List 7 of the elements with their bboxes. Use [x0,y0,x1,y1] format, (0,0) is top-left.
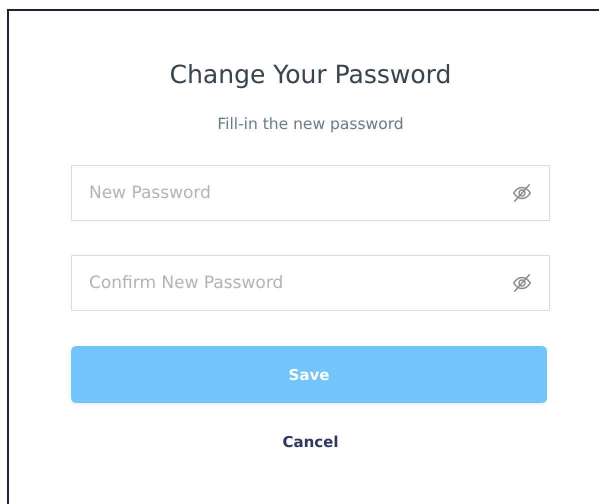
dialog-title: Change Your Password [168,59,452,91]
password-field[interactable]: Confirm New Password [71,255,550,311]
eye-slash-icon[interactable] [511,182,533,204]
cancel-link[interactable]: Cancel [278,431,342,453]
password-field[interactable]: New Password [71,165,550,221]
dialog-subtitle: Fill-in the new password [216,114,405,135]
eye-slash-icon[interactable] [511,272,533,294]
